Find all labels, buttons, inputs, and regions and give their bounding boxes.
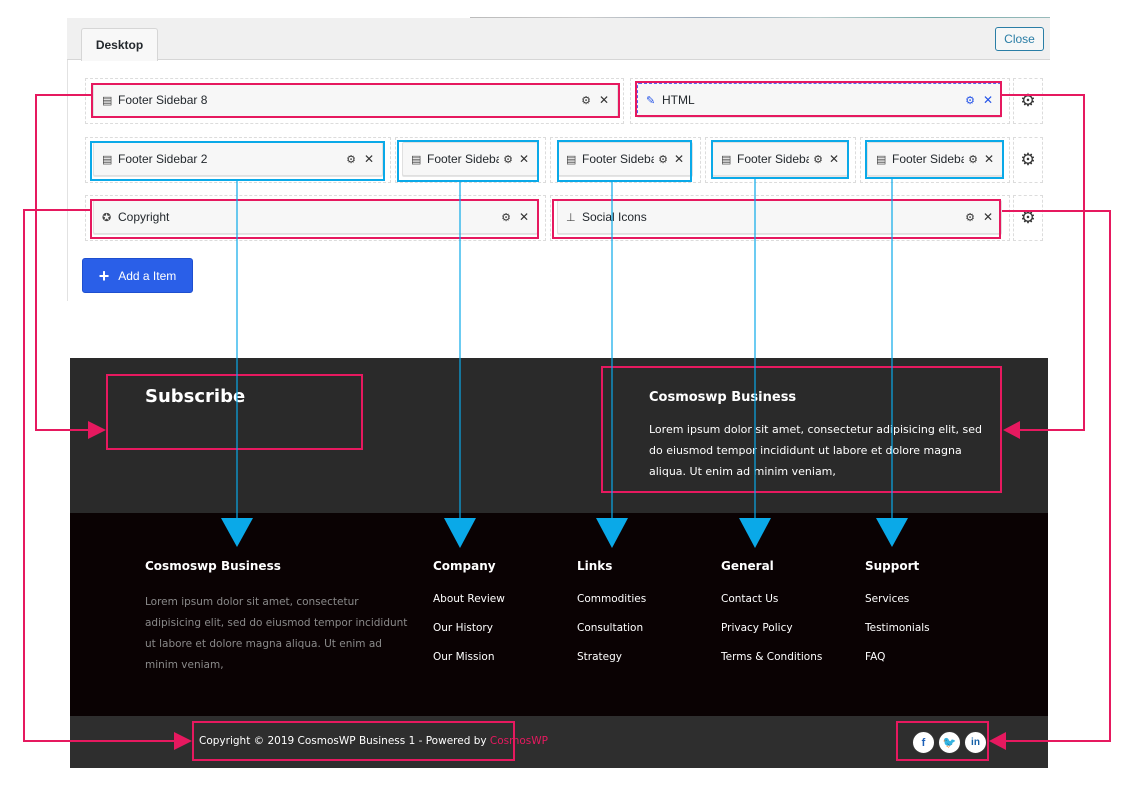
about-title: Cosmoswp Business — [145, 559, 281, 573]
footer-link[interactable]: Consultation — [577, 621, 646, 650]
footer-link[interactable]: Terms & Conditions — [721, 650, 822, 679]
widget-label: Copyright — [118, 210, 170, 224]
widget-footer-sidebar[interactable]: ▤ Footer Sidebar ⚙ ✕ — [402, 142, 538, 176]
add-item-label: Add a Item — [118, 268, 177, 283]
footer-link[interactable]: Commodities — [577, 592, 646, 621]
facebook-icon[interactable]: f — [912, 731, 935, 754]
gear-icon[interactable]: ⚙ — [813, 153, 823, 166]
close-icon[interactable]: ✕ — [674, 152, 684, 166]
widget-footer-sidebar-8[interactable]: ▤ Footer Sidebar 8 ⚙ ✕ — [93, 83, 618, 117]
gear-icon[interactable]: ⚙ — [581, 94, 591, 107]
add-item-button[interactable]: + Add a Item — [82, 258, 193, 293]
sidebar-icon: ▤ — [102, 153, 113, 166]
row2-settings-gear-icon[interactable]: ⚙ — [1013, 137, 1043, 183]
close-icon[interactable]: ✕ — [519, 152, 529, 166]
tab-desktop[interactable]: Desktop — [81, 28, 158, 61]
footer-link[interactable]: Testimonials — [865, 621, 930, 650]
gear-icon[interactable]: ⚙ — [503, 153, 513, 166]
builder-topbar — [67, 18, 1050, 60]
footer-link[interactable]: Our Mission — [433, 650, 505, 679]
widget-footer-sidebar-2[interactable]: ▤ Footer Sidebar 2 ⚙ ✕ — [93, 142, 383, 176]
widget-label: Footer Sidebar — [582, 152, 655, 166]
gear-icon[interactable]: ⚙ — [965, 94, 975, 107]
close-icon[interactable]: ✕ — [984, 152, 994, 166]
column-title-links: Links — [577, 559, 613, 573]
row3-settings-gear-icon[interactable]: ⚙ — [1013, 195, 1043, 241]
column-title-support: Support — [865, 559, 920, 573]
close-icon[interactable]: ✕ — [983, 93, 993, 107]
close-icon[interactable]: ✕ — [364, 152, 374, 166]
sidebar-icon: ▤ — [411, 153, 422, 166]
widget-footer-sidebar[interactable]: ▤ Footer Sidebar ⚙ ✕ — [867, 142, 1003, 176]
close-button[interactable]: Close — [995, 27, 1044, 51]
gear-icon[interactable]: ⚙ — [658, 153, 668, 166]
widget-label: Footer Sidebar — [892, 152, 965, 166]
award-icon: ✪ — [102, 211, 112, 224]
row1-settings-gear-icon[interactable]: ⚙ — [1013, 78, 1043, 124]
widget-footer-sidebar[interactable]: ▤ Footer Sidebar ⚙ ✕ — [557, 142, 693, 176]
linkedin-icon[interactable]: in — [964, 731, 987, 754]
powered-by-link[interactable]: CosmosWP — [490, 735, 548, 747]
column-title-general: General — [721, 559, 774, 573]
about-text: Lorem ipsum dolor sit amet, consectetur … — [145, 596, 408, 671]
widget-label: Footer Sidebar — [427, 152, 500, 166]
pencil-icon: ✎ — [646, 94, 656, 107]
widget-label: Footer Sidebar — [737, 152, 810, 166]
column-links-links: Commodities Consultation Strategy — [577, 592, 646, 679]
copyright-body: Copyright © 2019 CosmosWP Business 1 - P… — [199, 735, 490, 747]
gear-icon[interactable]: ⚙ — [346, 153, 356, 166]
gear-icon[interactable]: ⚙ — [968, 153, 978, 166]
plus-icon: + — [98, 265, 110, 286]
close-icon[interactable]: ✕ — [829, 152, 839, 166]
twitter-icon[interactable]: 🐦 — [938, 731, 961, 754]
copyright-text: Copyright © 2019 CosmosWP Business 1 - P… — [199, 735, 548, 747]
column-links-general: Contact Us Privacy Policy Terms & Condit… — [721, 592, 822, 679]
footer-link[interactable]: About Review — [433, 592, 505, 621]
widget-copyright[interactable]: ✪ Copyright ⚙ ✕ — [93, 200, 538, 234]
footer-link[interactable]: Privacy Policy — [721, 621, 822, 650]
widget-social-icons[interactable]: ⊥ Social Icons ⚙ ✕ — [557, 200, 1002, 234]
sidebar-icon: ▤ — [102, 94, 113, 107]
column-title-company: Company — [433, 559, 496, 573]
column-links-company: About Review Our History Our Mission — [433, 592, 505, 679]
footer-link[interactable]: FAQ — [865, 650, 930, 679]
close-icon[interactable]: ✕ — [519, 210, 529, 224]
close-icon[interactable]: ✕ — [599, 93, 609, 107]
sidebar-icon: ▤ — [721, 153, 732, 166]
gear-icon[interactable]: ⚙ — [501, 211, 511, 224]
gear-icon[interactable]: ⚙ — [965, 211, 975, 224]
html-widget-title: Cosmoswp Business — [649, 390, 797, 405]
widget-label: HTML — [662, 93, 695, 107]
sitemap-icon: ⊥ — [566, 211, 576, 224]
footer-link[interactable]: Services — [865, 592, 930, 621]
widget-footer-sidebar[interactable]: ▤ Footer Sidebar ⚙ ✕ — [712, 142, 848, 176]
widget-label: Social Icons — [582, 210, 647, 224]
footer-link[interactable]: Strategy — [577, 650, 646, 679]
subscribe-title: Subscribe — [145, 386, 246, 407]
footer-link[interactable]: Contact Us — [721, 592, 822, 621]
footer-link[interactable]: Our History — [433, 621, 505, 650]
html-widget-text: Lorem ipsum dolor sit amet, consectetur … — [649, 423, 983, 478]
widget-html[interactable]: ✎ HTML ⚙ ✕ — [637, 83, 1002, 117]
widget-label: Footer Sidebar 8 — [118, 93, 208, 107]
sidebar-icon: ▤ — [876, 153, 887, 166]
widget-label: Footer Sidebar 2 — [118, 152, 208, 166]
sidebar-icon: ▤ — [566, 153, 577, 166]
close-icon[interactable]: ✕ — [983, 210, 993, 224]
column-links-support: Services Testimonials FAQ — [865, 592, 930, 679]
